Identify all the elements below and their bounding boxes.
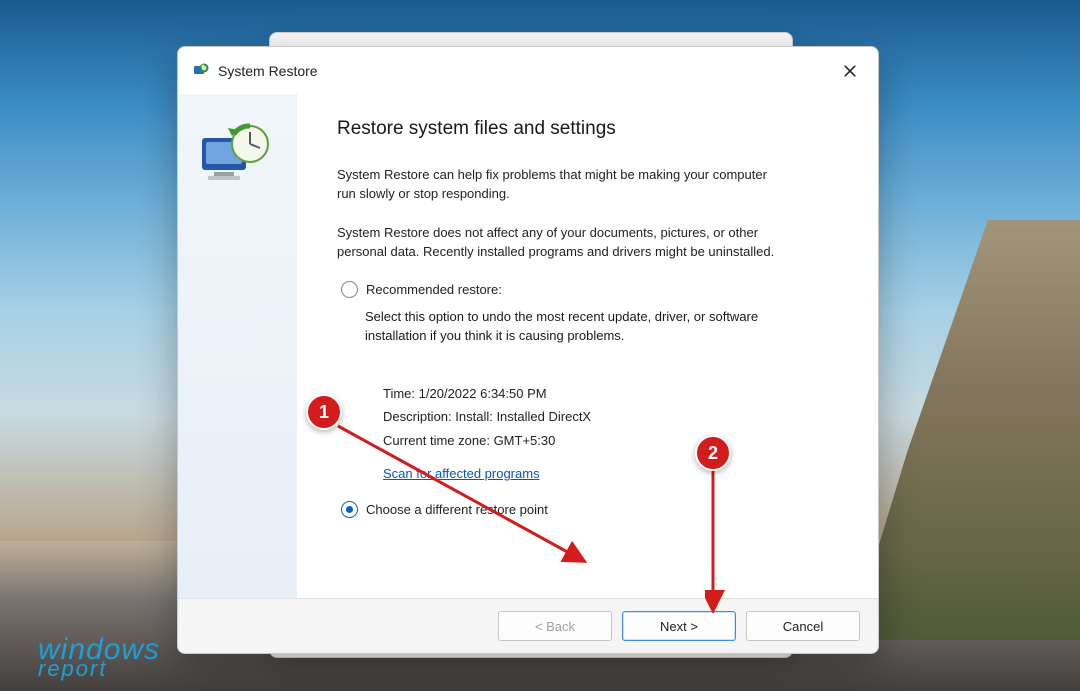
watermark: windows report [38, 637, 160, 679]
annotation-arrow-1-icon [332, 420, 592, 590]
annotation-badge-2: 2 [695, 435, 731, 471]
time-value: 1/20/2022 6:34:50 PM [419, 386, 547, 401]
titlebar[interactable]: System Restore [178, 47, 878, 93]
system-restore-icon [192, 62, 210, 80]
intro-paragraph-1: System Restore can help fix problems tha… [337, 166, 777, 204]
restore-illustration-icon [194, 118, 280, 204]
wizard-button-bar: < Back Next > Cancel [178, 598, 878, 653]
recommended-restore-label: Recommended restore: [366, 282, 502, 297]
wizard-heading: Restore system files and settings [337, 118, 838, 140]
time-label: Time: [383, 386, 415, 401]
cancel-button[interactable]: Cancel [746, 611, 860, 641]
desktop-cliff [850, 220, 1080, 640]
recommended-restore-option[interactable]: Recommended restore: [341, 281, 838, 298]
annotation-badge-1: 1 [306, 394, 342, 430]
close-icon [844, 65, 856, 77]
back-button[interactable]: < Back [498, 611, 612, 641]
recommended-restore-description: Select this option to undo the most rece… [365, 308, 765, 346]
intro-paragraph-2: System Restore does not affect any of yo… [337, 224, 777, 262]
radio-unselected-icon [341, 281, 358, 298]
wizard-sidebar-art [178, 94, 297, 598]
close-button[interactable] [836, 57, 864, 85]
annotation-arrow-2-icon [705, 468, 725, 618]
dialog-title: System Restore [218, 63, 318, 79]
